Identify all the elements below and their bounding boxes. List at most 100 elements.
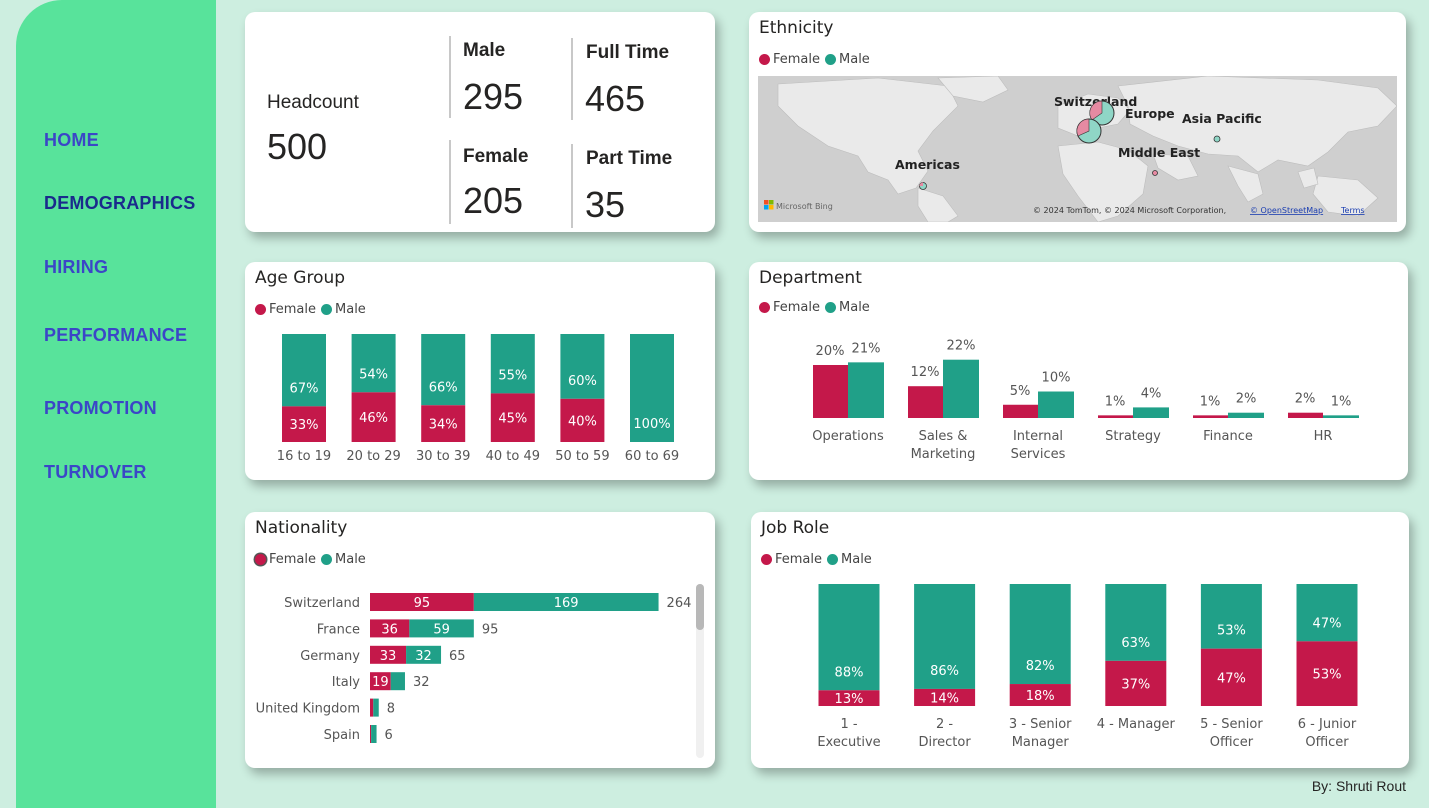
bar-female-spain[interactable] <box>370 725 372 743</box>
female-value: 205 <box>463 180 524 221</box>
bar-male-sales-marketing[interactable] <box>943 359 979 418</box>
bar-male-50-to-59[interactable] <box>560 334 605 399</box>
job-role-chart[interactable]: 88% 13% 1 - Executive 86% 14% 2 - Director 82% 18… <box>751 512 1409 768</box>
bar-male-20-to-29[interactable] <box>351 334 396 393</box>
headcount-label: Headcount <box>267 92 359 113</box>
label-male-6-junior-officer: 47% <box>1313 616 1342 631</box>
label-female-4-manager: 37% <box>1121 677 1150 692</box>
legend-male-label: Male <box>839 52 870 67</box>
category-label-strategy: Strategy <box>1105 429 1161 444</box>
parttime-value: 35 <box>585 184 626 225</box>
category-label-germany: Germany <box>300 649 360 664</box>
map-label-americas: Americas <box>895 157 960 172</box>
category-label-finance: Finance <box>1203 429 1253 444</box>
bar-female-sales-marketing[interactable] <box>908 386 943 418</box>
label-male-germany: 32 <box>415 649 432 664</box>
category-label-20-to-29: 20 to 29 <box>346 449 400 464</box>
department-chart[interactable]: 20% 21% Operations 12% 22% Sales & Marketing 5%… <box>749 262 1408 480</box>
bar-male-40-to-49[interactable] <box>490 334 535 394</box>
nationality-scrollbar-track[interactable] <box>696 584 704 758</box>
nav-promotion[interactable]: PROMOTION <box>44 398 157 419</box>
label-male-3-senior-manager: 82% <box>1026 659 1055 674</box>
terms-link[interactable]: Terms <box>1340 206 1365 215</box>
fulltime-value: 465 <box>585 78 646 119</box>
nationality-scrollbar-thumb[interactable] <box>696 584 704 630</box>
bar-female-internal-services[interactable] <box>1003 404 1038 418</box>
label-female-switzerland: 95 <box>414 596 431 611</box>
label-female-strategy: 1% <box>1105 394 1126 409</box>
parttime-label: Part Time <box>586 148 673 169</box>
age-group-card: Age Group Female Male 67% 33% 16 to 19 54% 4… <box>245 262 715 480</box>
ethnicity-title: Ethnicity <box>759 18 834 38</box>
category-label-1-executive: 1 - <box>840 717 857 732</box>
category-label-italy: Italy <box>332 675 361 690</box>
ethnicity-legend: Female Male <box>759 52 875 67</box>
bar-male-operations[interactable] <box>848 362 884 418</box>
label-female-germany: 33 <box>380 649 397 664</box>
bar-female-united-kingdom[interactable] <box>370 698 374 717</box>
bar-female-finance[interactable] <box>1193 415 1228 418</box>
category-label-internal-services: Services <box>1011 447 1066 462</box>
legend-male-swatch <box>825 54 837 65</box>
nav-turnover[interactable]: TURNOVER <box>44 462 147 483</box>
map-attribution: © 2024 TomTom, © 2024 Microsoft Corporat… <box>1033 206 1226 215</box>
label-male-1-executive: 88% <box>835 665 864 680</box>
label-female-16-to-19: 33% <box>290 418 319 433</box>
bar-male-internal-services[interactable] <box>1038 391 1074 419</box>
nav-hiring[interactable]: HIRING <box>44 257 108 278</box>
map-bubble-middle-east[interactable] <box>1152 170 1158 176</box>
label-male-france: 59 <box>433 622 450 637</box>
label-male-hr: 1% <box>1331 394 1352 409</box>
bar-male-italy[interactable] <box>390 672 405 691</box>
sidebar-nav: HOME DEMOGRAPHICS HIRING PERFORMANCE PRO… <box>16 0 216 808</box>
label-male-sales-marketing: 22% <box>947 339 976 354</box>
bar-female-hr[interactable] <box>1288 412 1323 418</box>
divider <box>571 144 573 228</box>
label-female-italy: 19 <box>372 675 389 690</box>
label-male-5-senior-officer: 53% <box>1217 624 1246 639</box>
bar-male-hr[interactable] <box>1323 415 1359 418</box>
bar-male-united-kingdom[interactable] <box>373 698 379 717</box>
label-female-3-senior-manager: 18% <box>1026 689 1055 704</box>
male-value: 295 <box>463 76 524 117</box>
map-bubble-asia-pacific[interactable] <box>1213 135 1221 143</box>
label-male-40-to-49: 55% <box>498 368 527 383</box>
label-female-20-to-29: 46% <box>359 411 388 426</box>
openstreetmap-link[interactable]: © OpenStreetMap <box>1250 206 1323 215</box>
nav-home[interactable]: HOME <box>44 130 99 151</box>
label-male-30-to-39: 66% <box>429 380 458 395</box>
category-label-switzerland: Switzerland <box>284 596 360 611</box>
legend-female-swatch <box>759 54 770 65</box>
total-label-spain: 6 <box>385 728 393 743</box>
bar-female-operations[interactable] <box>813 365 848 418</box>
label-male-strategy: 4% <box>1141 386 1162 401</box>
age-group-chart[interactable]: 67% 33% 16 to 19 54% 46% 20 to 29 66% 34% 30 to … <box>245 262 715 480</box>
nationality-chart[interactable]: Switzerland 95 169 264France 36 59 95Germany 33… <box>245 512 715 768</box>
map-bubble-switzerland[interactable] <box>1076 118 1102 144</box>
job-role-card: Job Role Female Male 88% 13% 1 - Executive 8… <box>751 512 1409 768</box>
total-label-france: 95 <box>482 622 499 637</box>
label-male-switzerland: 169 <box>554 596 579 611</box>
label-male-50-to-59: 60% <box>568 374 597 389</box>
total-label-italy: 32 <box>413 675 430 690</box>
nav-performance[interactable]: PERFORMANCE <box>44 325 187 346</box>
bar-male-spain[interactable] <box>371 725 377 743</box>
label-male-60-to-69: 100% <box>633 417 670 432</box>
label-female-50-to-59: 40% <box>568 414 597 429</box>
nav-demographics[interactable]: DEMOGRAPHICS <box>44 193 195 214</box>
label-female-1-executive: 13% <box>835 692 864 707</box>
bar-male-strategy[interactable] <box>1133 407 1169 418</box>
category-label-5-senior-officer: Officer <box>1210 735 1254 750</box>
category-label-6-junior-officer: Officer <box>1305 735 1349 750</box>
bar-male-5-senior-officer[interactable] <box>1200 584 1262 649</box>
divider <box>449 36 451 118</box>
map-bubble-americas[interactable] <box>919 182 927 190</box>
ethnicity-card: Ethnicity Female Male Switzerland Europe… <box>749 12 1406 232</box>
category-label-30-to-39: 30 to 39 <box>416 449 470 464</box>
bar-male-6-junior-officer[interactable] <box>1296 584 1358 642</box>
category-label-operations: Operations <box>812 429 884 444</box>
label-female-30-to-39: 34% <box>429 418 458 433</box>
bar-male-finance[interactable] <box>1228 412 1264 418</box>
ethnicity-map[interactable]: Switzerland Europe Asia Pacific Middle E… <box>758 76 1397 222</box>
bar-female-strategy[interactable] <box>1098 415 1133 418</box>
